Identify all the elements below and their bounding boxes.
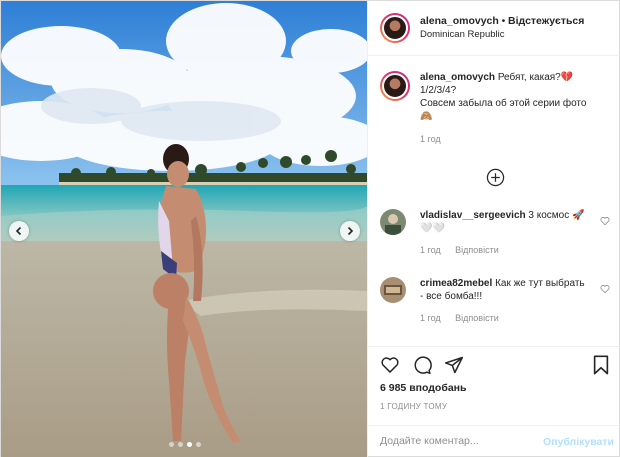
publish-button[interactable]: Опублікувати <box>543 436 614 448</box>
comment-button[interactable] <box>412 355 432 375</box>
chevron-left-icon <box>15 226 22 236</box>
plus-circle-icon[interactable] <box>486 168 505 187</box>
next-slide-button[interactable] <box>340 221 360 241</box>
caption-line-4: 🙈 <box>420 111 433 122</box>
separator-dot: • <box>501 15 506 27</box>
like-button[interactable] <box>380 355 400 375</box>
carousel-dot <box>187 442 192 447</box>
carousel-dot <box>169 442 174 447</box>
comment-icon <box>414 356 432 375</box>
carousel-dot <box>178 442 183 447</box>
post-caption: alena_omovych Ребят, какая?💔 1/2/3/4? Со… <box>380 71 610 146</box>
caption-line-3: Совсем забыла об этой серии фото <box>420 98 587 109</box>
post-photo[interactable] <box>1 1 367 457</box>
author-username[interactable]: alena_omovych <box>420 15 499 27</box>
author-avatar[interactable] <box>380 13 410 43</box>
following-button[interactable]: Відстежується <box>508 15 584 27</box>
comment-time[interactable]: 1 год <box>420 313 441 323</box>
comment-item: crimea82mebel Как же тут выбрать - все б… <box>380 277 612 325</box>
caption-line-2: 1/2/3/4? <box>420 85 457 96</box>
reply-button[interactable]: Відповісти <box>455 313 499 323</box>
carousel-dot <box>196 442 201 447</box>
posted-time[interactable]: 1 ГОДИНУ ТОМУ <box>380 402 447 411</box>
carousel-indicator <box>169 442 201 447</box>
post-location[interactable]: Dominican Republic <box>420 28 584 41</box>
comment-time[interactable]: 1 год <box>420 245 441 255</box>
bookmark-icon[interactable] <box>592 355 610 375</box>
commenter-avatar[interactable] <box>380 209 406 235</box>
commenter-avatar[interactable] <box>380 277 406 303</box>
caption-username[interactable]: alena_omovych <box>420 72 495 83</box>
share-icon <box>444 356 464 374</box>
heart-icon <box>381 357 399 373</box>
caption-line-1: Ребят, какая?💔 <box>497 72 574 83</box>
comment-input[interactable] <box>380 435 540 447</box>
comment-username[interactable]: crimea82mebel <box>420 278 492 289</box>
post-actions: 6 985 вподобань 1 ГОДИНУ ТОМУ Опублікува… <box>368 346 620 457</box>
heart-icon[interactable] <box>600 284 610 294</box>
share-button[interactable] <box>444 355 464 375</box>
likes-count[interactable]: 6 985 вподобань <box>380 382 466 394</box>
comment-item: vladislav__sergeevich 3 космос 🚀 🤍🤍 1 го… <box>380 209 612 257</box>
instagram-post: alena_omovych • Відстежується Dominican … <box>0 0 620 457</box>
reply-button[interactable]: Відповісти <box>455 245 499 255</box>
post-header: alena_omovych • Відстежується Dominican … <box>368 1 620 56</box>
post-details-panel: alena_omovych • Відстежується Dominican … <box>367 1 620 457</box>
caption-avatar[interactable] <box>380 71 410 101</box>
comment-username[interactable]: vladislav__sergeevich <box>420 210 526 221</box>
caption-time[interactable]: 1 год <box>420 133 610 146</box>
heart-icon[interactable] <box>600 216 610 226</box>
add-comment-bar: Опублікувати <box>368 425 620 457</box>
previous-slide-button[interactable] <box>9 221 29 241</box>
chevron-right-icon <box>347 226 354 236</box>
beach-photo <box>1 1 367 457</box>
comments-section: alena_omovych Ребят, какая?💔 1/2/3/4? Со… <box>368 57 620 347</box>
